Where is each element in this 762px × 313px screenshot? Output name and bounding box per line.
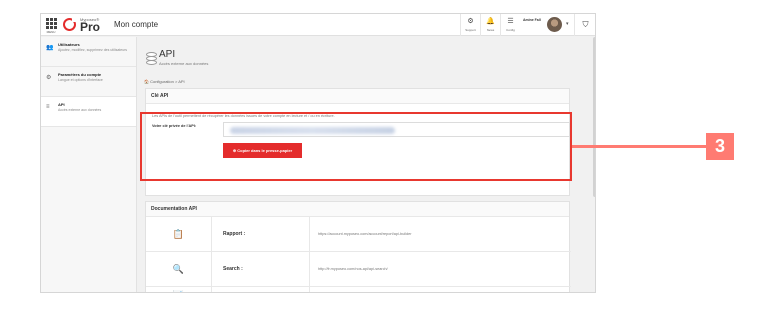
sidebar-item-subtitle: Langue et options d'interface (58, 78, 103, 82)
menu-label: MENU (46, 30, 56, 34)
sliders-icon: ☰ (507, 18, 514, 25)
bell-icon: 🔔 (486, 18, 495, 25)
gear-icon: ⚙ (46, 75, 52, 81)
chevron-down-icon[interactable]: ▾ (566, 21, 569, 27)
config-button[interactable]: ☰ Config (500, 14, 520, 36)
database-icon: ≡ (46, 104, 50, 110)
users-icon: 👥 (46, 45, 54, 51)
doc-url[interactable]: http://fr.myposeo.com/nos-api/api-search… (318, 252, 388, 287)
sidebar-item-title: API (58, 102, 65, 107)
shield-icon[interactable]: ⛉ (574, 14, 595, 36)
support-label: Support (465, 28, 476, 32)
logo-pro-text: Pro (80, 20, 101, 34)
breadcrumb[interactable]: 🏠 Configuration > API (144, 79, 185, 84)
doc-name: Search : (213, 252, 310, 287)
doc-name: Rapport : (213, 217, 310, 252)
api-documentation-card: Documentation API 📋 Rapport : https://ac… (145, 201, 571, 292)
sidebar-item-subtitle: Ajoutez, modifiez, supprimez des utilisa… (58, 48, 128, 52)
sidebar-item-api[interactable]: ≡ API Accès externe aux données (41, 97, 136, 127)
sidebar-item-title: Paramètres du compte (58, 72, 102, 77)
news-label: News (486, 28, 495, 32)
doc-name (213, 287, 310, 292)
myposeo-logo[interactable]: Myposeo® Pro (63, 17, 103, 34)
avatar[interactable] (547, 17, 562, 32)
card-header: Documentation API (146, 202, 569, 217)
table-row[interactable]: 📋 Rapport : https://account.myposeo.com/… (146, 217, 571, 252)
sidebar-item-account-settings[interactable]: ⚙ Paramètres du compte Langue et options… (41, 67, 136, 97)
page-title: Mon compte (114, 20, 159, 29)
callout-badge: 3 (706, 133, 734, 160)
clipboard-icon: 📋 (146, 217, 212, 252)
logo-mark-icon (63, 17, 77, 31)
menu-button[interactable]: MENU (44, 18, 58, 34)
support-icon: ⚙ (467, 18, 474, 25)
top-bar: MENU Myposeo® Pro Mon compte ⚙ Support 🔔… (41, 14, 595, 36)
callout-line (572, 145, 706, 148)
sidebar: 👥 Utilisateurs Ajoutez, modifiez, suppri… (41, 37, 137, 292)
sidebar-item-title: Utilisateurs (58, 42, 80, 47)
config-label: Config (506, 28, 515, 32)
sidebar-item-users[interactable]: 👥 Utilisateurs Ajoutez, modifiez, suppri… (41, 37, 136, 67)
database-icon (146, 52, 157, 66)
grid-menu-icon (45, 18, 57, 29)
user-name[interactable]: Amine Fall (523, 18, 541, 22)
support-button[interactable]: ⚙ Support (460, 14, 480, 36)
section-title: API (159, 49, 176, 60)
search-icon: 🔍 (146, 252, 212, 287)
doc-url[interactable]: https://account.myposeo.com/account/repo… (318, 217, 412, 252)
table-row[interactable]: 📊 (146, 287, 571, 292)
scrollbar[interactable] (593, 37, 595, 197)
news-button[interactable]: 🔔 News (480, 14, 500, 36)
card-header: Clé API (146, 89, 569, 104)
section-subtitle: Accès externe aux données (159, 61, 209, 66)
chart-icon: 📊 (146, 287, 212, 292)
table-row[interactable]: 🔍 Search : http://fr.myposeo.com/nos-api… (146, 252, 571, 287)
sidebar-item-subtitle: Accès externe aux données (58, 108, 102, 112)
highlight-box (140, 112, 572, 181)
